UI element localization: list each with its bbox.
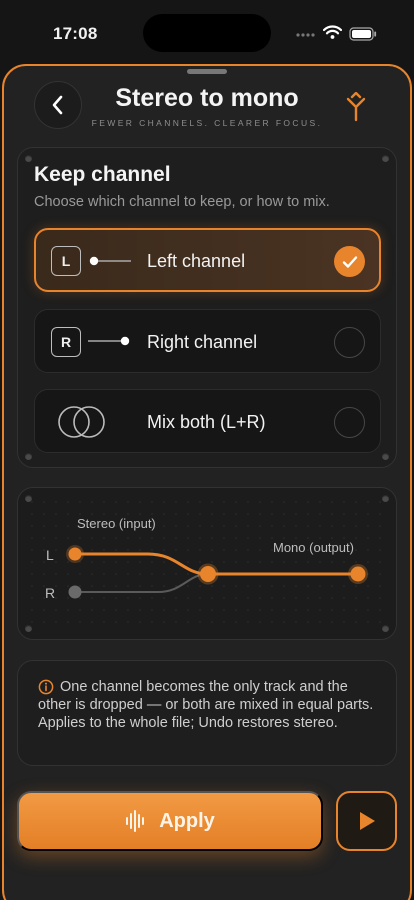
battery-icon [349,27,377,41]
section-subtitle: Choose which channel to keep, or how to … [34,194,330,210]
output-node [350,566,366,582]
keep-channel-card: Keep channel Choose which channel to kee… [17,147,397,468]
right-input-node [68,585,82,599]
screw [382,453,389,460]
mix-circles-icon [58,406,105,438]
option-label: Mix both (L+R) [147,412,266,432]
apply-label: Apply [159,809,215,832]
option-left-channel[interactable]: L Left channel [34,228,381,292]
option-label: Left channel [147,251,246,271]
channel-key-badge: R [51,327,81,357]
sheet-grabber[interactable] [187,69,227,74]
signal-flow-diagram [26,496,390,633]
merge-icon[interactable] [343,92,369,122]
screw [25,155,32,162]
cellular-signal-icon [296,33,315,37]
selected-check-radio[interactable] [334,246,365,277]
info-card: One channel becomes the only track and t… [17,660,397,766]
dynamic-island [143,14,271,52]
checkmark-icon [342,255,357,268]
screw [382,155,389,162]
input-label: Stereo (input) [77,516,156,531]
info-text: One channel becomes the only track and t… [38,679,374,731]
option-label: Right channel [147,332,258,352]
option-right-channel[interactable]: R Right channel [34,309,381,373]
screw [25,453,32,460]
right-channel-label: R [45,585,56,601]
apply-button[interactable]: Apply [17,791,323,851]
option-radio[interactable] [334,407,365,438]
signal-flow-card: Stereo (input) Mono (output) L R [17,487,397,640]
left-channel-label: L [46,547,54,563]
status-bar: 17:08 [0,0,414,62]
right-channel-line-icon [88,336,130,346]
status-time: 17:08 [53,24,98,43]
section-title: Keep channel [34,163,171,186]
wifi-icon [323,25,342,39]
output-label: Mono (output) [273,540,354,555]
left-channel-line-icon [89,256,131,266]
option-radio[interactable] [334,327,365,358]
channel-key-badge: L [51,246,81,276]
waveform-icon [126,810,145,832]
play-icon [359,812,375,830]
option-mix-both[interactable]: Mix both (L+R) [34,389,381,453]
mix-node [200,566,216,582]
play-preview-button[interactable] [336,791,397,851]
left-input-node [68,547,82,561]
